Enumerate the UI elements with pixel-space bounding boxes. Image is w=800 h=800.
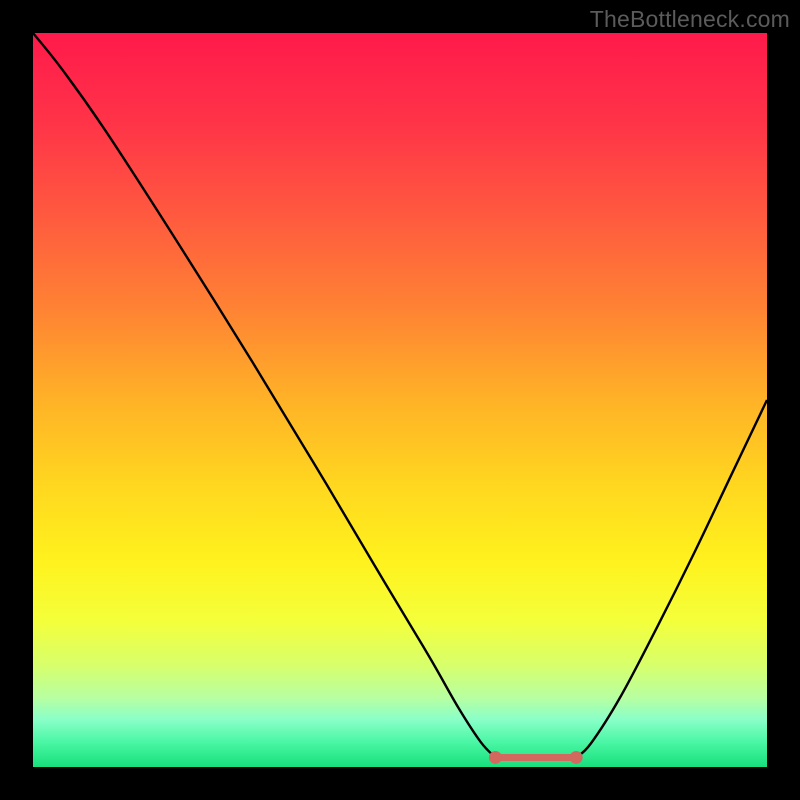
- optimal-range-right-cap: [570, 751, 583, 764]
- gradient-background: [33, 33, 767, 767]
- chart-svg: [33, 33, 767, 767]
- watermark-text: TheBottleneck.com: [590, 6, 790, 33]
- chart-frame: TheBottleneck.com: [0, 0, 800, 800]
- optimal-range-left-cap: [489, 751, 502, 764]
- plot-area: [33, 33, 767, 767]
